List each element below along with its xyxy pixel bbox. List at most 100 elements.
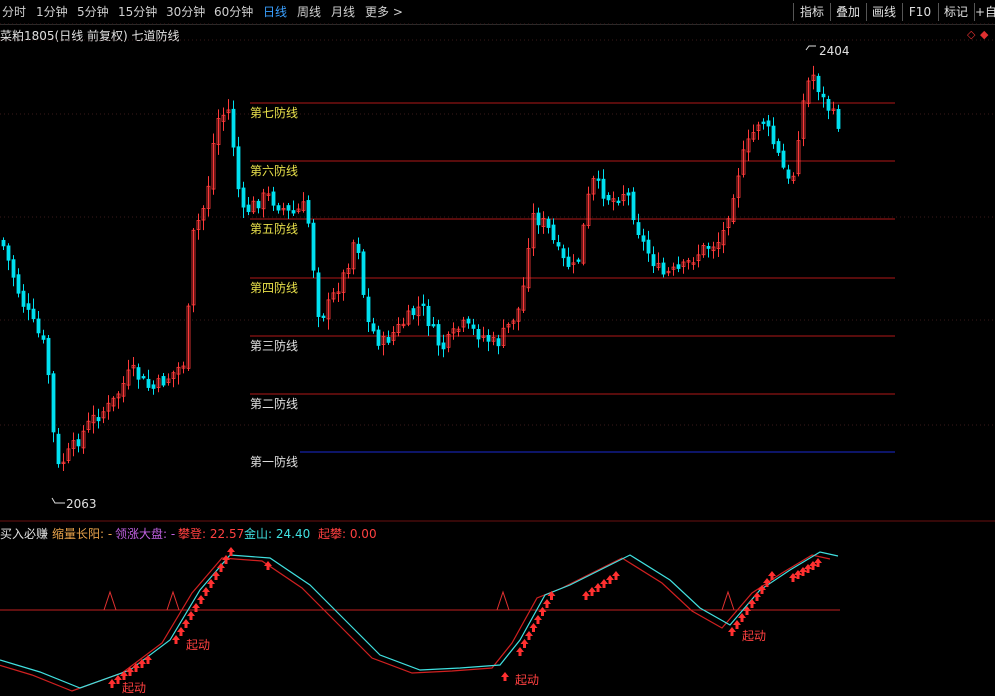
up-arrow-icon: [728, 627, 736, 636]
up-arrow-icon: [197, 595, 205, 604]
candle-body: [246, 204, 251, 213]
candle-body: [256, 200, 261, 209]
climb-line: [0, 554, 831, 692]
candle-body: [141, 376, 146, 379]
candle-body: [241, 187, 246, 208]
indicator-item-3: 攀登: 22.57: [178, 527, 245, 541]
candle-body: [471, 324, 476, 329]
candle-body: [826, 99, 831, 111]
indicator-bar: 买入必赚 缩量长阳: - 领涨大盘: - 攀登: 22.57 金山: 24.40…: [0, 525, 995, 541]
up-arrow-icon: [763, 578, 771, 587]
signal-label-2: 起动: [122, 681, 147, 695]
up-arrow-icon: [217, 563, 225, 572]
candle-body: [231, 108, 236, 148]
up-arrow-icon: [768, 571, 776, 580]
high-price-label: 2404: [819, 44, 850, 58]
up-arrow-icon: [212, 571, 220, 580]
candle-body: [781, 150, 786, 168]
candle-body: [76, 439, 81, 447]
candle-body: [311, 222, 316, 271]
candle-body: [636, 222, 641, 236]
candle-body: [776, 141, 781, 153]
candle-body: [816, 75, 821, 93]
low-marker: [51, 497, 65, 504]
candle-body: [626, 192, 631, 196]
candle-body: [601, 178, 606, 199]
candle-body: [386, 336, 391, 343]
candle-body: [561, 248, 566, 259]
up-arrow-icon: [516, 647, 524, 656]
candle-body: [631, 191, 636, 221]
indicator-item-2: 领涨大盘: -: [115, 527, 176, 541]
defense-label-6: 第六防线: [250, 164, 299, 178]
indicator-item-4: 金山: 24.40: [244, 527, 311, 541]
signal-label-1: 起动: [186, 638, 211, 652]
candle-body: [51, 373, 56, 433]
candle-body: [271, 191, 276, 206]
up-arrow-icon: [520, 639, 529, 648]
candle-body: [536, 212, 541, 226]
indicator-name[interactable]: 买入必赚: [0, 525, 48, 542]
candle-body: [771, 125, 776, 145]
candle-body: [6, 245, 11, 261]
defense-label-7: 第七防线: [250, 106, 299, 120]
defense-label-5: 第五防线: [250, 222, 299, 236]
candle-body: [316, 272, 321, 317]
candle-body: [676, 264, 681, 269]
up-arrow-icon: [600, 579, 608, 588]
up-arrow-icon: [529, 623, 538, 632]
price-chart[interactable]: [0, 0, 995, 696]
candle-body: [146, 378, 151, 388]
spike-mark: [166, 590, 180, 611]
candle-body: [641, 235, 646, 242]
up-arrow-icon: [748, 599, 756, 608]
candle-body: [606, 194, 611, 201]
indicator-item-5: 起攀: 0.00: [318, 527, 377, 541]
candle-body: [836, 108, 841, 129]
candle-body: [426, 305, 431, 327]
signal-label-4: 起动: [742, 629, 767, 643]
candle-body: [376, 329, 381, 346]
candle-body: [616, 200, 621, 203]
candle-body: [321, 315, 326, 318]
up-arrow-icon: [588, 587, 596, 596]
defense-label-2: 第二防线: [250, 397, 299, 411]
up-arrow-icon: [182, 619, 190, 628]
up-arrow-icon: [538, 607, 547, 616]
candle-body: [16, 274, 21, 294]
candle-body: [366, 296, 371, 323]
up-arrow-icon: [534, 615, 542, 624]
candle-body: [46, 337, 51, 376]
candle-body: [761, 121, 766, 124]
candle-body: [576, 259, 581, 262]
indicator-item-1: 缩量长阳: -: [52, 527, 113, 541]
candle-body: [361, 251, 366, 295]
candle-body: [651, 254, 656, 267]
candle-body: [1, 239, 6, 247]
candle-body: [431, 324, 436, 327]
spike-mark: [103, 590, 117, 611]
up-arrow-icon: [582, 591, 590, 600]
candle-body: [236, 146, 241, 190]
candle-body: [21, 290, 26, 307]
up-arrow-icon: [606, 575, 614, 584]
up-arrow-icon: [227, 547, 235, 556]
candle-body: [766, 120, 771, 127]
candle-body: [821, 93, 826, 98]
candle-body: [291, 210, 296, 214]
candle-body: [161, 376, 166, 386]
up-arrow-icon: [264, 561, 272, 570]
up-arrow-icon: [187, 611, 195, 620]
defense-label-1: 第一防线: [250, 455, 299, 469]
up-arrow-icon: [172, 635, 180, 644]
candle-body: [496, 338, 501, 347]
candle-body: [371, 323, 376, 332]
candle-body: [56, 433, 61, 465]
candle-body: [41, 335, 46, 340]
up-arrow-icon: [547, 591, 556, 600]
candle-body: [546, 218, 551, 228]
candle-body: [661, 262, 666, 275]
defense-label-4: 第四防线: [250, 281, 299, 295]
candle-body: [31, 308, 36, 320]
up-arrow-icon: [612, 571, 620, 580]
